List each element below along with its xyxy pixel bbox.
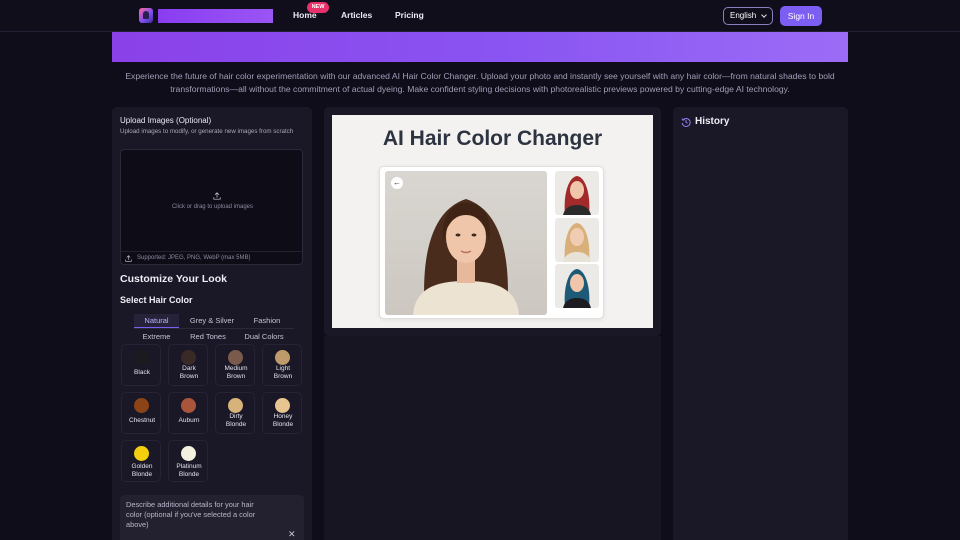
history-panel: History (673, 107, 848, 540)
upload-icon (213, 192, 221, 200)
color-swatch-dark-brown[interactable]: Dark Brown (168, 344, 208, 386)
select-color-heading: Select Hair Color (120, 295, 193, 305)
top-nav: Home NEW Articles Pricing English Sign I… (0, 0, 960, 32)
sign-in-button[interactable]: Sign In (780, 6, 822, 26)
color-swatch-black[interactable]: Black (121, 344, 161, 386)
color-dot (134, 446, 149, 461)
supported-formats: Supported: JPEG, PNG, WebP (max 5MB) (137, 255, 251, 261)
intro-text: Experience the future of hair color expe… (125, 71, 835, 94)
swatch-label: Platinum Blonde (176, 463, 202, 478)
nav-articles-link[interactable]: Articles (341, 10, 372, 20)
swatch-label: Light Brown (273, 365, 293, 380)
upload-dropzone[interactable]: Click or drag to upload images Supported… (120, 149, 303, 265)
swatch-label: Chestnut (128, 417, 156, 424)
swatch-label: Auburn (178, 417, 200, 424)
color-dot (134, 398, 149, 413)
language-select[interactable]: English (723, 7, 773, 25)
thumbnail-portrait (563, 176, 591, 215)
color-dot (228, 398, 243, 413)
color-swatch-honey-blonde[interactable]: Honey Blonde (262, 392, 302, 434)
nav-pricing-link[interactable]: Pricing (395, 10, 424, 20)
new-badge: NEW (307, 2, 329, 13)
controls-panel: Upload Images (Optional) Upload images t… (112, 107, 312, 540)
description-placeholder: Describe additional details for your hai… (126, 500, 256, 529)
color-dot (181, 350, 196, 365)
history-icon (681, 117, 691, 127)
thumbnail-portrait (563, 269, 591, 308)
thumbnail-blue (555, 264, 599, 308)
swatch-label: Golden Blonde (131, 463, 153, 478)
close-icon[interactable]: ✕ (288, 529, 296, 540)
color-swatch-light-brown[interactable]: Light Brown (262, 344, 302, 386)
portrait-photo: ← (385, 171, 547, 315)
description-textarea[interactable]: Describe additional details for your hai… (120, 495, 304, 540)
result-area (324, 336, 661, 540)
dropzone-text: Click or drag to upload images (171, 204, 254, 210)
swatch-label: Medium Brown (224, 365, 248, 380)
arrow-left-icon: ← (391, 177, 403, 189)
color-dot (275, 350, 290, 365)
thumbnail-red (555, 171, 599, 215)
color-dot (134, 350, 149, 365)
color-swatch-golden-blonde[interactable]: Golden Blonde (121, 440, 161, 482)
tab-grey-silver[interactable]: Grey & Silver (184, 314, 240, 328)
history-title: History (695, 116, 730, 127)
tab-natural[interactable]: Natural (134, 314, 179, 328)
color-dot (181, 398, 196, 413)
tab-red-tones[interactable]: Red Tones (184, 332, 232, 344)
thumbnail-portrait (563, 223, 591, 262)
portrait-illustration (413, 199, 519, 315)
color-swatch-medium-brown[interactable]: Medium Brown (215, 344, 255, 386)
color-dot (181, 446, 196, 461)
color-swatch-chestnut[interactable]: Chestnut (121, 392, 161, 434)
dropzone-footer: Supported: JPEG, PNG, WebP (max 5MB) (121, 251, 302, 265)
swatch-label: Dirty Blonde (225, 413, 247, 428)
swatch-label: Dark Brown (179, 365, 199, 380)
upload-subtitle: Upload images to modify, or generate new… (120, 128, 294, 135)
tab-divider (134, 328, 294, 329)
brand-banner[interactable] (158, 9, 273, 23)
upload-small-icon (125, 255, 132, 262)
app-logo[interactable] (139, 8, 153, 23)
color-swatch-platinum-blonde[interactable]: Platinum Blonde (168, 440, 208, 482)
color-swatch-dirty-blonde[interactable]: Dirty Blonde (215, 392, 255, 434)
language-label: English (730, 11, 757, 20)
preview-title: AI Hair Color Changer (382, 127, 603, 150)
color-dot (228, 350, 243, 365)
color-dot (275, 398, 290, 413)
thumbnail-blonde (555, 218, 599, 262)
customize-heading: Customize Your Look (120, 273, 227, 285)
swatch-label: Honey Blonde (272, 413, 294, 428)
chevron-down-icon (761, 12, 767, 18)
preview-image: AI Hair Color Changer ← (332, 115, 653, 328)
swatch-label: Black (134, 369, 150, 376)
tab-extreme[interactable]: Extreme (134, 332, 179, 344)
tab-dual-colors[interactable]: Dual Colors (240, 332, 288, 344)
preview-card: ← (379, 166, 604, 319)
color-swatch-auburn[interactable]: Auburn (168, 392, 208, 434)
hero-banner (112, 32, 848, 62)
upload-title: Upload Images (Optional) (120, 116, 212, 125)
tab-fashion[interactable]: Fashion (247, 314, 287, 328)
